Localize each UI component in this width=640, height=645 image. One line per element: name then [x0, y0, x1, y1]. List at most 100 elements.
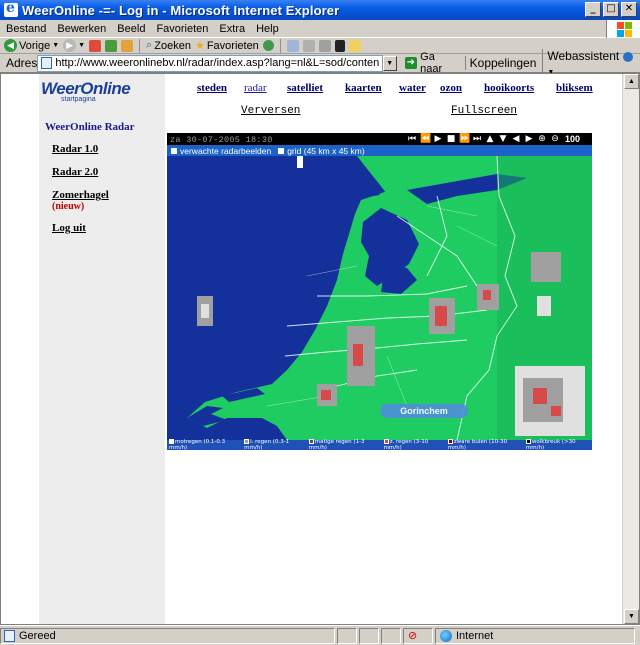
- radar-map[interactable]: Gorinchem: [167, 156, 592, 440]
- popup-blocked-cell[interactable]: ⊘: [403, 627, 433, 644]
- checkbox-icon: [171, 148, 177, 155]
- pan-up-icon[interactable]: ▲: [485, 134, 495, 144]
- status-cell-empty: [359, 627, 379, 644]
- home-icon[interactable]: [121, 39, 134, 52]
- nav-bliksem[interactable]: bliksem: [556, 82, 593, 94]
- menu-bewerken[interactable]: Bewerken: [51, 23, 111, 35]
- window-controls: _ □ ✕: [585, 2, 637, 17]
- status-bar: Gereed ⊘ Internet: [0, 625, 640, 645]
- stop-icon[interactable]: [89, 39, 102, 52]
- ie-icon: [4, 0, 18, 17]
- back-button[interactable]: ◀ Vorige ▼: [4, 39, 59, 52]
- nav-satelliet[interactable]: satelliet: [287, 82, 323, 94]
- fast-forward-icon[interactable]: ⏩: [459, 134, 470, 144]
- refresh-icon[interactable]: [105, 39, 118, 52]
- fullscreen-link[interactable]: Fullscreen: [451, 105, 517, 117]
- new-badge: (nieuw): [52, 201, 85, 212]
- menu-favorieten[interactable]: Favorieten: [150, 23, 213, 35]
- menu-extra[interactable]: Extra: [213, 23, 250, 35]
- zoom-out-icon[interactable]: ⊖: [550, 134, 560, 144]
- links-button[interactable]: Koppelingen: [464, 56, 536, 70]
- windows-logo-icon: [606, 20, 640, 38]
- pan-down-icon[interactable]: ▼: [498, 134, 508, 144]
- nav-hooikoorts[interactable]: hooikoorts: [484, 82, 534, 94]
- forward-button[interactable]: ▶ ▼: [63, 39, 85, 52]
- discuss-icon[interactable]: [334, 39, 345, 52]
- status-text: Gereed: [19, 629, 56, 642]
- go-button[interactable]: ➜ Ga naar: [404, 51, 459, 75]
- sidebar-link-zomerhagel[interactable]: Zomerhagel: [52, 189, 109, 201]
- back-arrow-icon: ◀: [4, 39, 17, 52]
- search-button[interactable]: ⌕ Zoeken: [146, 39, 191, 52]
- address-field[interactable]: [37, 54, 383, 72]
- scroll-down-button[interactable]: ▼: [624, 609, 639, 624]
- status-text-cell: Gereed: [0, 627, 335, 644]
- stop-icon[interactable]: ■: [446, 134, 456, 144]
- back-label: Vorige: [19, 39, 51, 52]
- address-dropdown-button[interactable]: ▼: [382, 55, 397, 71]
- zoom-level: 100: [565, 134, 581, 144]
- menu-bestand[interactable]: Bestand: [0, 23, 51, 35]
- forecast-label: verwachte radarbeelden: [180, 145, 272, 156]
- close-button[interactable]: ✕: [621, 2, 637, 17]
- sidebar-link-logout[interactable]: Log uit: [52, 222, 86, 234]
- address-bar: Adres ▼ ➜ Ga naar Koppelingen Webassiste…: [0, 49, 640, 77]
- popup-blocker-icon: ⊘: [408, 630, 418, 642]
- vertical-scrollbar[interactable]: ▲ ▼: [622, 74, 639, 624]
- radar-options: verwachte radarbeelden grid (45 km x 45 …: [167, 145, 592, 156]
- legend-item: motregen (0.1-0.3 mm/h): [169, 439, 226, 451]
- pan-right-icon[interactable]: ▶: [524, 134, 534, 144]
- legend-item: wolkbreuk (>30 mm/h): [525, 439, 576, 451]
- mail-icon[interactable]: [286, 39, 299, 52]
- chevron-down-icon[interactable]: ▼: [78, 42, 85, 49]
- forward-arrow-icon: ▶: [63, 39, 77, 52]
- favorites-label: Favorieten: [206, 39, 259, 52]
- zoom-in-icon[interactable]: ⊕: [537, 134, 547, 144]
- print-icon[interactable]: [302, 39, 315, 52]
- play-icon[interactable]: ▶: [433, 134, 443, 144]
- toolbar-separator: [279, 38, 281, 53]
- nav-steden[interactable]: steden: [197, 82, 227, 94]
- sidebar: [39, 74, 165, 624]
- page-icon: [4, 629, 15, 642]
- first-frame-icon[interactable]: ⏮: [407, 134, 417, 144]
- url-input[interactable]: [55, 57, 380, 69]
- star-icon: ★: [194, 40, 205, 52]
- maximize-button[interactable]: □: [603, 2, 619, 17]
- status-cell-empty: [337, 627, 357, 644]
- globe-icon: [440, 629, 452, 642]
- webassistent-label: Webassistent: [547, 49, 620, 63]
- forecast-checkbox[interactable]: verwachte radarbeelden: [171, 146, 271, 156]
- history-icon[interactable]: [262, 40, 274, 51]
- pan-left-icon[interactable]: ◀: [511, 134, 521, 144]
- sidebar-link-radar-1[interactable]: Radar 1.0: [52, 143, 98, 155]
- last-frame-icon[interactable]: ⏭: [472, 134, 482, 144]
- address-label: Adres: [6, 56, 38, 70]
- status-cell-empty: [381, 627, 401, 644]
- menu-help[interactable]: Help: [250, 23, 284, 35]
- folder-icon[interactable]: [348, 39, 361, 52]
- nav-water[interactable]: water: [399, 82, 426, 94]
- refresh-link[interactable]: Verversen: [241, 105, 300, 117]
- site-logo[interactable]: WeerOnline startpagina: [41, 79, 131, 103]
- search-label: Zoeken: [154, 39, 191, 52]
- city-label: Gorinchem: [380, 404, 468, 418]
- zone-cell: Internet: [435, 627, 635, 644]
- nav-kaarten[interactable]: kaarten: [345, 82, 382, 94]
- nav-radar[interactable]: radar: [244, 82, 267, 94]
- go-arrow-icon: ➜: [404, 57, 418, 69]
- edit-icon[interactable]: [318, 39, 331, 52]
- favorites-button[interactable]: ★ Favorieten: [194, 39, 259, 53]
- chevron-down-icon[interactable]: ▼: [52, 42, 59, 49]
- sidebar-link-radar-2[interactable]: Radar 2.0: [52, 166, 98, 178]
- nav-ozon[interactable]: ozon: [440, 82, 462, 94]
- menu-beeld[interactable]: Beeld: [111, 23, 150, 35]
- radar-panel: za 30-07-2005 18:30 ⏮ ⏪ ▶ ■ ⏩ ⏭ ▲ ▼ ◀ ▶ …: [167, 133, 592, 451]
- radar-controls: ⏮ ⏪ ▶ ■ ⏩ ⏭ ▲ ▼ ◀ ▶ ⊕ ⊖ 100: [407, 134, 580, 144]
- grid-checkbox[interactable]: grid (45 km x 45 km): [278, 146, 365, 156]
- minimize-button[interactable]: _: [585, 2, 601, 17]
- rewind-icon[interactable]: ⏪: [420, 134, 431, 144]
- radar-timestamp: za 30-07-2005 18:30: [170, 135, 273, 145]
- checkbox-icon: [278, 148, 285, 155]
- scroll-up-button[interactable]: ▲: [624, 74, 639, 89]
